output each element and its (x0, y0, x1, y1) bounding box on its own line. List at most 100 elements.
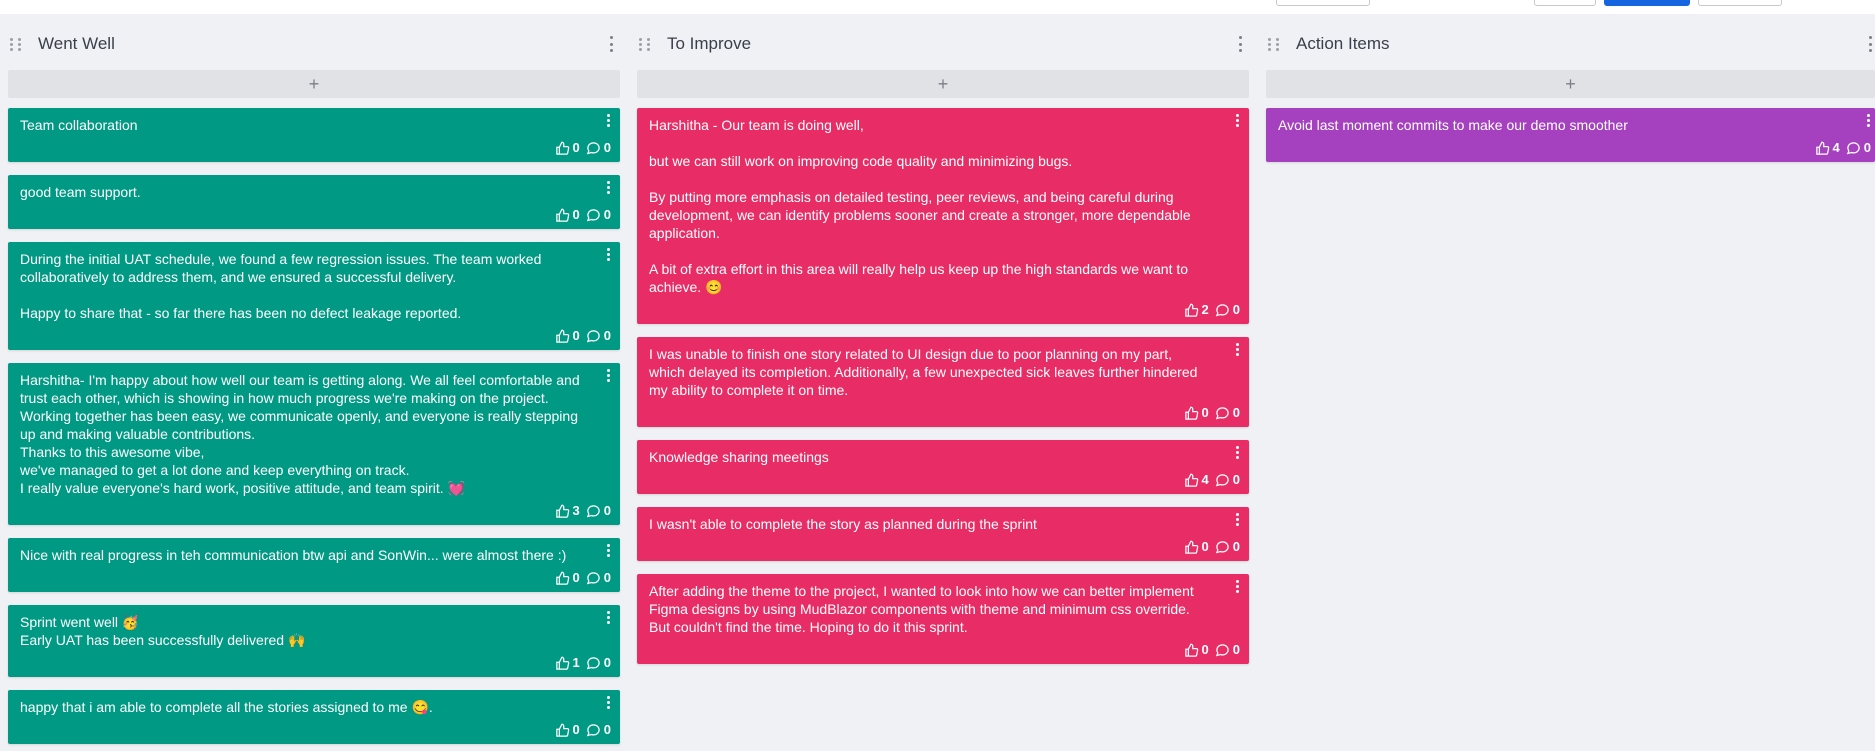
card-menu-icon[interactable] (605, 181, 611, 194)
column-title: Went Well (38, 34, 115, 53)
thumbs-up-icon[interactable] (555, 208, 570, 223)
drag-handle-icon[interactable] (639, 36, 651, 52)
thumbs-up-icon[interactable] (1815, 141, 1830, 156)
comment-count: 0 (603, 570, 611, 585)
like-count: 0 (572, 570, 580, 585)
comment-count: 0 (1232, 472, 1240, 487)
column-menu-icon[interactable] (1867, 36, 1873, 52)
retro-card[interactable]: Harshitha - Our team is doing well, but … (637, 108, 1249, 324)
thumbs-up-icon[interactable] (1184, 540, 1199, 555)
drag-handle-icon[interactable] (1268, 36, 1280, 52)
thumbs-up-icon[interactable] (555, 504, 570, 519)
add-card-button[interactable]: + (637, 70, 1249, 98)
top-toolbar (0, 0, 1875, 14)
card-text: happy that i am able to complete all the… (20, 699, 433, 715)
card-menu-icon[interactable] (1234, 114, 1240, 127)
retro-card[interactable]: I wasn't able to complete the story as p… (637, 507, 1249, 561)
comment-count: 0 (603, 140, 611, 155)
card-menu-icon[interactable] (605, 544, 611, 557)
thumbs-up-icon[interactable] (1184, 303, 1199, 318)
comment-icon[interactable] (586, 571, 601, 586)
card-menu-icon[interactable] (605, 696, 611, 709)
like-count: 1 (572, 655, 580, 670)
thumbs-up-icon[interactable] (1184, 643, 1199, 658)
thumbs-up-icon[interactable] (555, 571, 570, 586)
card-text: Avoid last moment commits to make our de… (1278, 117, 1628, 133)
comment-icon[interactable] (586, 141, 601, 156)
column-title: Action Items (1296, 34, 1390, 53)
card-menu-icon[interactable] (1865, 114, 1871, 127)
retro-card[interactable]: Nice with real progress in teh communica… (8, 538, 620, 592)
column-header: Went Well (8, 26, 620, 62)
comment-count: 0 (1232, 405, 1240, 420)
card-menu-icon[interactable] (1234, 446, 1240, 459)
card-menu-icon[interactable] (605, 369, 611, 382)
retro-card[interactable]: I was unable to finish one story related… (637, 337, 1249, 427)
toolbar-toggle[interactable] (1534, 0, 1596, 6)
card-footer: 4 0 (1184, 471, 1240, 489)
thumbs-up-icon[interactable] (555, 141, 570, 156)
card-menu-icon[interactable] (605, 248, 611, 261)
card-text: I was unable to finish one story related… (649, 346, 1202, 398)
retro-card[interactable]: Harshitha- I'm happy about how well our … (8, 363, 620, 525)
retro-card[interactable]: After adding the theme to the project, I… (637, 574, 1249, 664)
card-text: Sprint went well 🥳 Early UAT has been su… (20, 614, 306, 648)
comment-icon[interactable] (1215, 643, 1230, 658)
comment-icon[interactable] (586, 208, 601, 223)
retro-card[interactable]: Team collaboration 0 0 (8, 108, 620, 162)
comment-count: 0 (1863, 140, 1871, 155)
add-card-button[interactable]: + (8, 70, 620, 98)
comment-icon[interactable] (586, 656, 601, 671)
thumbs-up-icon[interactable] (555, 656, 570, 671)
thumbs-up-icon[interactable] (555, 329, 570, 344)
thumbs-up-icon[interactable] (1184, 473, 1199, 488)
card-menu-icon[interactable] (1234, 513, 1240, 526)
card-text: After adding the theme to the project, I… (649, 583, 1198, 635)
comment-icon[interactable] (1215, 406, 1230, 421)
card-list: Team collaboration 0 0 good team support… (8, 108, 620, 744)
toolbar-primary-button[interactable] (1604, 0, 1690, 6)
comment-icon[interactable] (586, 504, 601, 519)
retro-card[interactable]: good team support. 0 0 (8, 175, 620, 229)
toolbar-select[interactable] (1276, 0, 1370, 6)
card-menu-icon[interactable] (605, 611, 611, 624)
retro-card[interactable]: Sprint went well 🥳 Early UAT has been su… (8, 605, 620, 677)
comment-icon[interactable] (1215, 540, 1230, 555)
comment-icon[interactable] (1215, 303, 1230, 318)
card-footer: 0 0 (555, 206, 611, 224)
like-count: 4 (1201, 472, 1209, 487)
card-footer: 4 0 (1815, 139, 1871, 157)
comment-icon[interactable] (1846, 141, 1861, 156)
card-footer: 0 0 (1184, 538, 1240, 556)
card-menu-icon[interactable] (1234, 343, 1240, 356)
card-menu-icon[interactable] (605, 114, 611, 127)
retro-card[interactable]: During the initial UAT schedule, we foun… (8, 242, 620, 350)
comment-icon[interactable] (586, 329, 601, 344)
comment-icon[interactable] (1215, 473, 1230, 488)
card-footer: 3 0 (555, 502, 611, 520)
column-menu-icon[interactable] (608, 36, 614, 52)
drag-handle-icon[interactable] (10, 36, 22, 52)
card-text: good team support. (20, 184, 141, 200)
column-menu-icon[interactable] (1237, 36, 1243, 52)
retro-card[interactable]: happy that i am able to complete all the… (8, 690, 620, 744)
card-text: Nice with real progress in teh communica… (20, 547, 567, 563)
like-count: 3 (572, 503, 580, 518)
thumbs-up-icon[interactable] (1184, 406, 1199, 421)
like-count: 0 (1201, 405, 1209, 420)
card-text: Knowledge sharing meetings (649, 449, 829, 465)
toolbar-secondary-button[interactable] (1698, 0, 1782, 6)
like-count: 0 (572, 328, 580, 343)
column-to-improve: To Improve + Harshitha - Our team is doi… (637, 26, 1249, 677)
card-menu-icon[interactable] (1234, 580, 1240, 593)
card-text: Harshitha- I'm happy about how well our … (20, 372, 580, 496)
retro-card[interactable]: Avoid last moment commits to make our de… (1266, 108, 1875, 162)
column-action-items: Action Items + Avoid last moment commits… (1266, 26, 1875, 175)
comment-count: 0 (1232, 642, 1240, 657)
comment-icon[interactable] (586, 723, 601, 738)
thumbs-up-icon[interactable] (555, 723, 570, 738)
retro-card[interactable]: Knowledge sharing meetings 4 0 (637, 440, 1249, 494)
card-footer: 1 0 (555, 654, 611, 672)
comment-count: 0 (603, 722, 611, 737)
add-card-button[interactable]: + (1266, 70, 1875, 98)
